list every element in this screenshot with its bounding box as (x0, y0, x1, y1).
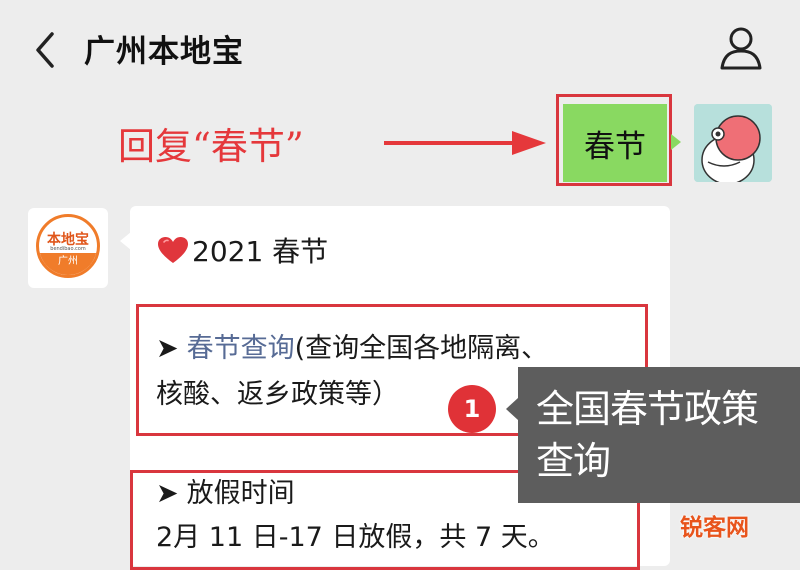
holiday-detail: 2月 11 日-17 日放假，共 7 天。 (156, 522, 555, 553)
spring-festival-query-link[interactable]: 春节查询 (187, 333, 295, 364)
arrow-right-icon (384, 131, 546, 155)
reply-heading-text: 2021 春节 (192, 235, 329, 268)
callout-tooltip: 全国春节政策 查询 (518, 367, 800, 503)
callout-line2: 查询 (536, 439, 611, 483)
query-description-line2: 核酸、返乡政策等） (156, 379, 399, 410)
instruction-text: 回复“春节” (118, 125, 304, 168)
watermark: 锐客网 (680, 515, 749, 541)
logo-city: 广州 (39, 253, 97, 275)
callout-line1: 全国春节政策 (536, 387, 759, 431)
holiday-title: 放假时间 (186, 478, 295, 509)
chat-title: 广州本地宝 (84, 34, 244, 70)
user-avatar[interactable] (694, 104, 772, 182)
person-icon[interactable] (718, 24, 764, 72)
sent-message-text: 春节 (584, 128, 646, 165)
sent-message-bubble[interactable]: 春节 (563, 104, 667, 182)
pointer-icon: ➤ (156, 333, 179, 364)
chat-header: 广州本地宝 (0, 0, 800, 98)
heart-icon (158, 237, 188, 263)
bendibao-logo: 本地宝 bendibao.com 广州 (36, 214, 100, 278)
bot-avatar[interactable]: 本地宝 bendibao.com 广州 (28, 208, 108, 288)
logo-domain: bendibao.com (50, 246, 86, 252)
chevron-left-icon[interactable] (32, 28, 60, 72)
cartoon-avatar-icon (694, 104, 772, 182)
query-description-line1: (查询全国各地隔离、 (294, 333, 549, 364)
step-number-badge: 1 (448, 385, 496, 433)
callout-tail (506, 398, 518, 420)
reply-heading: 2021 春节 (156, 230, 328, 270)
pointer-icon: ➤ (156, 478, 179, 509)
sent-bubble-tail (671, 134, 681, 150)
